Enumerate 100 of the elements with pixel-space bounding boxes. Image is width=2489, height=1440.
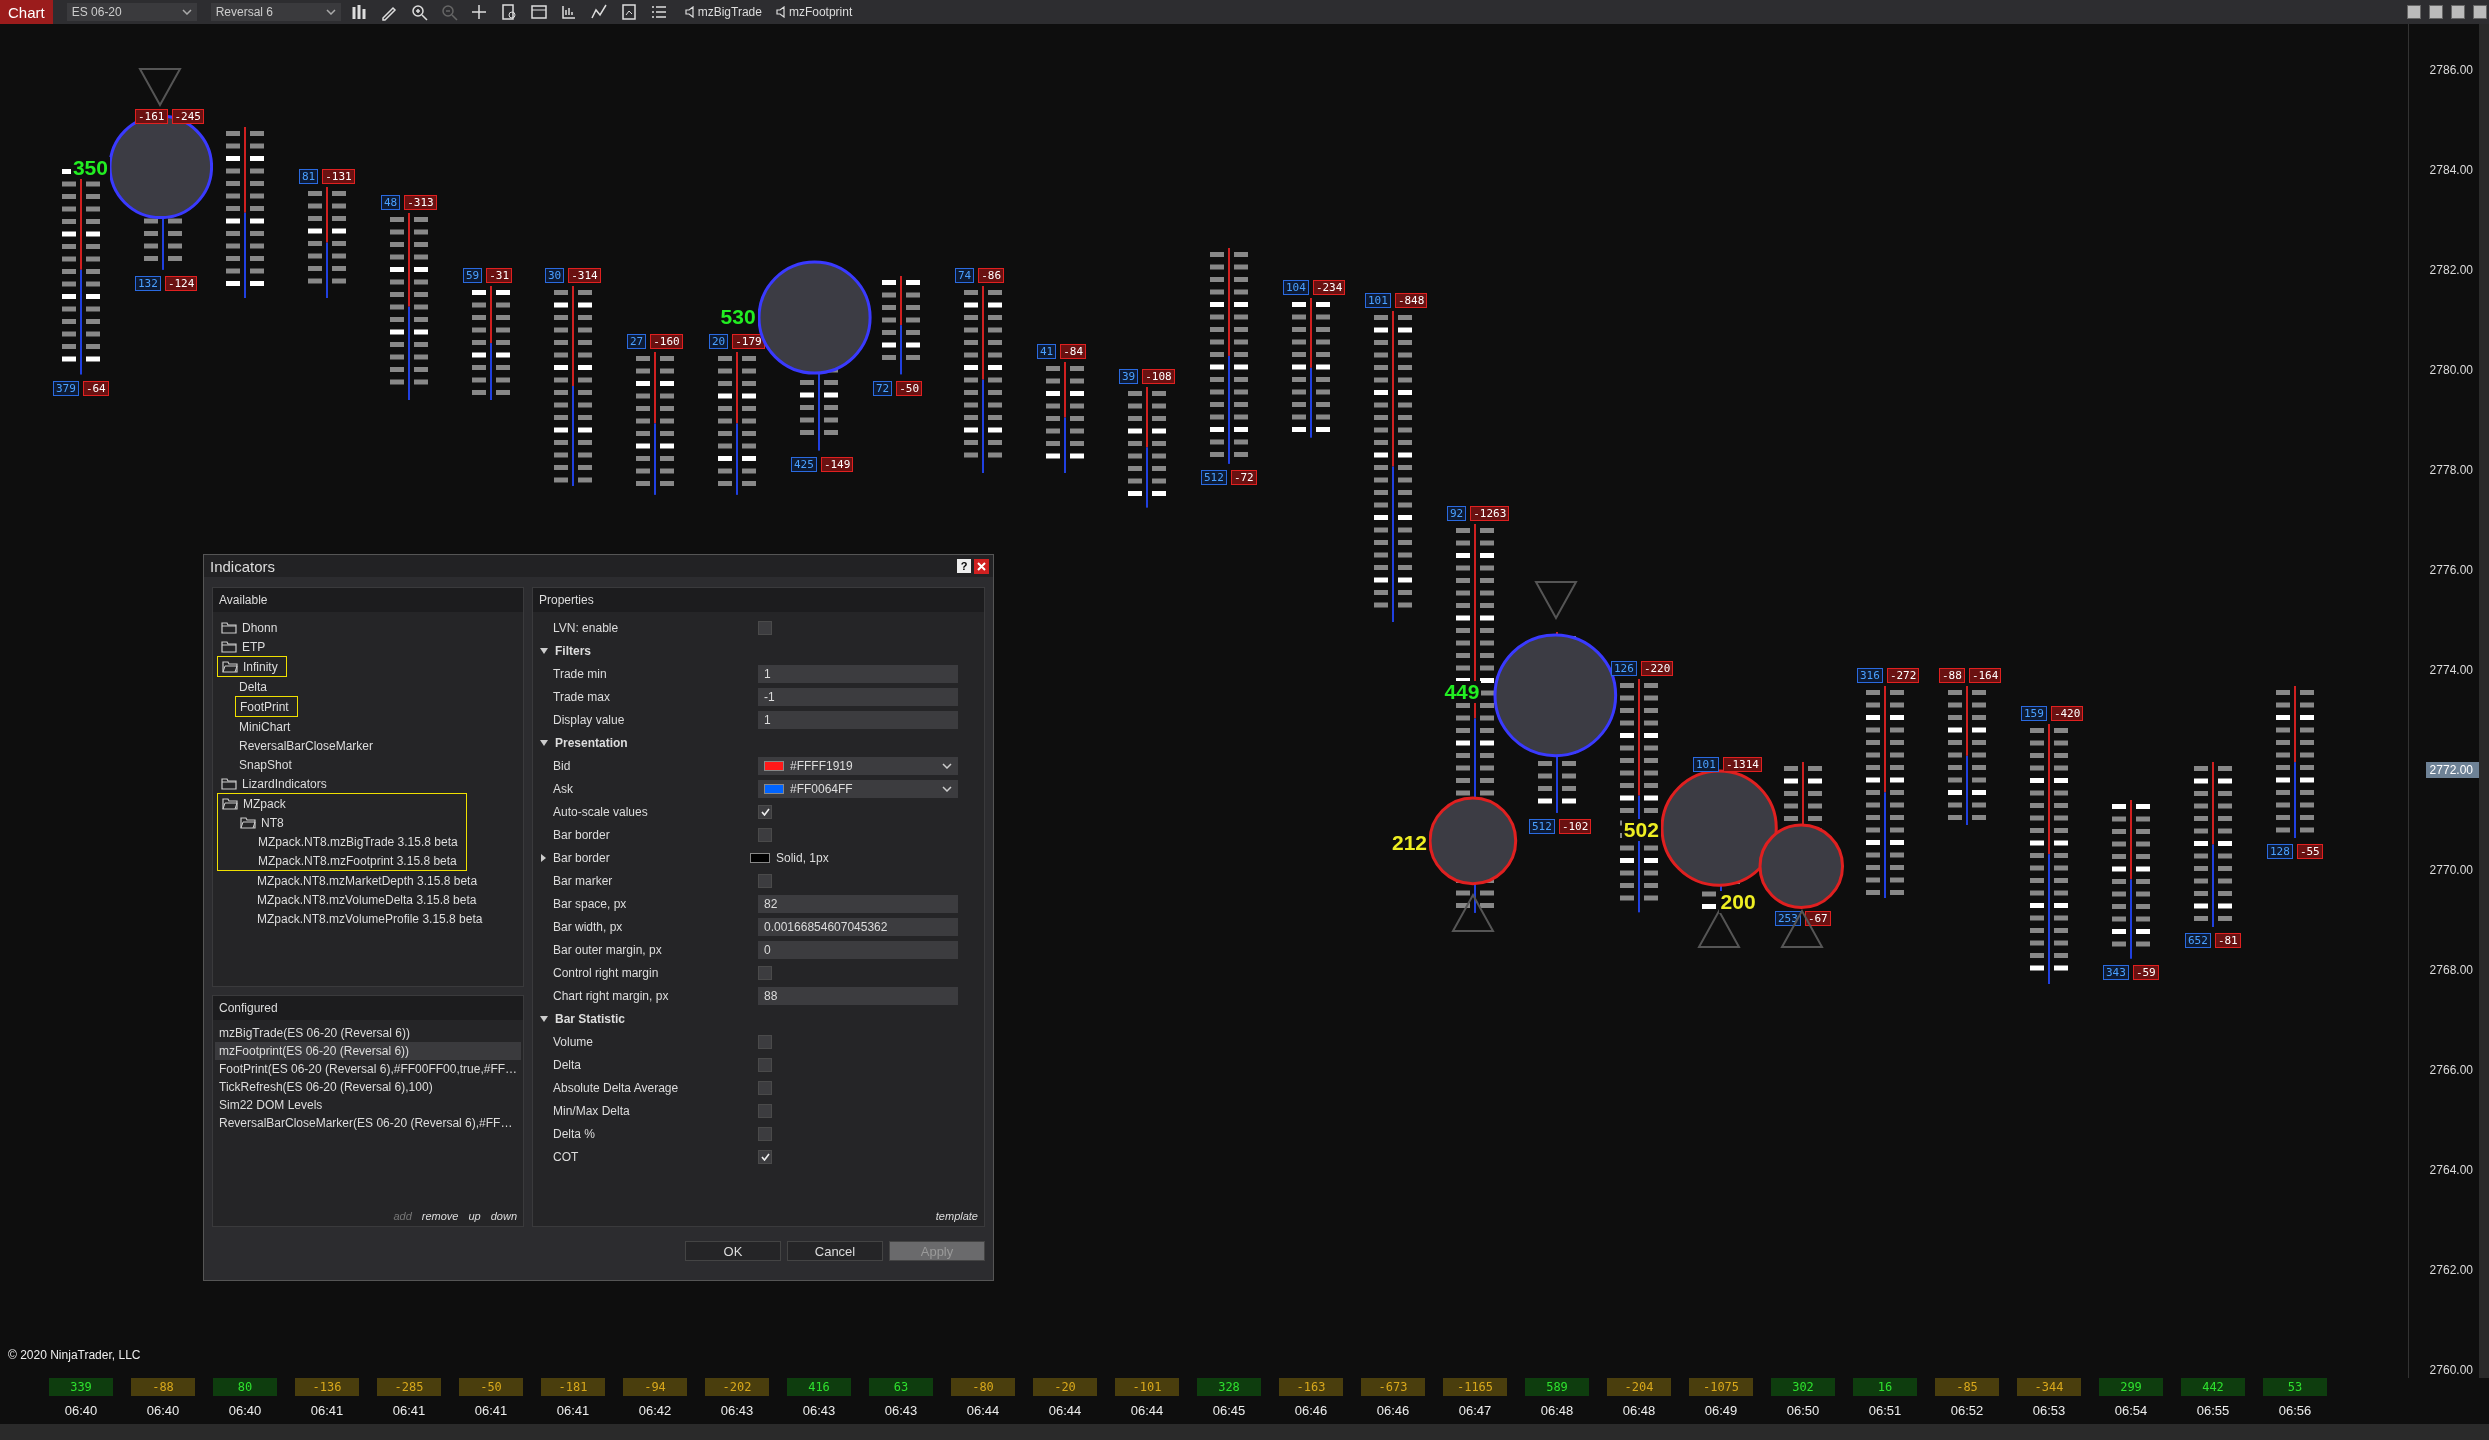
bar-delta-label: -101 [1115, 1378, 1179, 1396]
configured-item[interactable]: mzBigTrade(ES 06-20 (Reversal 6)) [215, 1024, 521, 1042]
speaker-icon[interactable] [775, 6, 786, 18]
stroke-picker[interactable]: Solid, 1px [744, 848, 944, 867]
color-dropdown[interactable]: #FF0064FF [758, 779, 958, 798]
tree-folder-row[interactable]: ETP [217, 637, 519, 656]
checkbox[interactable] [758, 873, 772, 888]
checkbox[interactable] [758, 804, 772, 819]
configured-item[interactable]: mzFootprint(ES 06-20 (Reversal 6)) [215, 1042, 521, 1060]
indicator-label[interactable]: mzBigTrade [697, 5, 762, 19]
time-label: 06:46 [1293, 1402, 1329, 1418]
instrument-dropdown[interactable]: ES 06-20 [66, 3, 197, 21]
configured-item[interactable]: TickRefresh(ES 06-20 (Reversal 6),100) [215, 1078, 521, 1096]
action-link[interactable]: down [490, 1210, 517, 1222]
open-folder-icon[interactable] [222, 797, 238, 810]
open-folder-icon[interactable] [222, 660, 238, 673]
crosshair-icon[interactable] [469, 3, 488, 21]
bar-delta-label: -20 [1033, 1378, 1097, 1396]
template-link[interactable]: template [929, 1208, 984, 1226]
bar-delta-label: 416 [787, 1378, 851, 1396]
checkbox[interactable] [758, 965, 772, 980]
tree-folder-row[interactable]: LizardIndicators [217, 774, 519, 793]
action-link[interactable]: up [468, 1210, 481, 1222]
tree-item-row[interactable]: MZpack.NT8.mzVolumeProfile 3.15.8 beta [217, 909, 519, 928]
checkbox[interactable] [758, 1149, 772, 1164]
category-label[interactable]: Bar Statistic [555, 1011, 626, 1026]
indicators-icon[interactable] [559, 3, 578, 21]
tree-item-row[interactable]: MiniChart [217, 717, 519, 736]
caret-icon[interactable] [539, 853, 547, 862]
tree-folder-row[interactable]: NT8 [217, 813, 467, 832]
speaker-icon[interactable] [684, 6, 695, 18]
property-field[interactable]: 88 [758, 986, 958, 1005]
bar-delta-label: 63 [869, 1378, 933, 1396]
tree-item-row[interactable]: ReversalBarCloseMarker [217, 736, 519, 755]
zoom-out-icon[interactable] [439, 3, 458, 21]
checkbox[interactable] [758, 1080, 772, 1095]
property-field[interactable]: 1 [758, 664, 958, 683]
list-icon[interactable] [649, 3, 668, 21]
property-field[interactable]: 0 [758, 940, 958, 959]
zoom-in-icon[interactable] [409, 3, 428, 21]
scroll-bar[interactable] [0, 1424, 2489, 1440]
tree-item-row[interactable]: MZpack.NT8.mzFootprint 3.15.8 beta [217, 851, 467, 871]
delta-label: -179 [732, 334, 765, 350]
tree-item-row[interactable]: MZpack.NT8.mzMarketDepth 3.15.8 beta [217, 871, 519, 890]
chart-tab[interactable]: Chart [0, 0, 53, 24]
maximize-button[interactable] [2451, 5, 2465, 19]
checkbox[interactable] [758, 1057, 772, 1072]
folder-icon[interactable] [221, 640, 237, 653]
time-label: 06:54 [2113, 1402, 2149, 1418]
checkbox[interactable] [758, 1103, 772, 1118]
folder-icon[interactable] [221, 621, 237, 634]
indicator-label[interactable]: mzFootprint [788, 5, 853, 19]
open-folder-icon[interactable] [240, 816, 256, 829]
tree-folder-row[interactable]: MZpack [217, 793, 467, 813]
time-label: 06:42 [637, 1402, 673, 1418]
tree-item-row[interactable]: Delta [217, 677, 519, 696]
data-box-icon[interactable] [499, 3, 518, 21]
action-link[interactable]: remove [421, 1210, 459, 1222]
caret-icon[interactable] [539, 646, 549, 655]
dialog-button[interactable]: Cancel [787, 1241, 883, 1261]
property-field[interactable]: 82 [758, 894, 958, 913]
help-button[interactable]: ? [957, 559, 971, 573]
scroll-bar[interactable] [2479, 24, 2489, 1378]
strategy-icon[interactable] [589, 3, 608, 21]
delta-label: -124 [164, 275, 198, 291]
price-label: 2768.00 [2429, 963, 2473, 977]
bar-type-dropdown[interactable]: Reversal 6 [210, 3, 341, 21]
configured-item[interactable]: Sim22 DOM Levels [215, 1096, 521, 1114]
checkbox[interactable] [758, 620, 772, 635]
template-icon[interactable] [619, 3, 638, 21]
dialog-button[interactable]: OK [685, 1241, 781, 1261]
tree-item-row[interactable]: SnapShot [217, 755, 519, 774]
close-button[interactable] [974, 558, 989, 574]
tree-folder-row[interactable]: Infinity [217, 656, 287, 677]
configured-item[interactable]: ReversalBarCloseMarker(ES 06-20 (Reversal 6),#FF… [215, 1114, 521, 1132]
minimize-button[interactable] [2407, 5, 2421, 19]
tree-item-row[interactable]: FootPrint [235, 696, 298, 717]
tree-item-row[interactable]: MZpack.NT8.mzBigTrade 3.15.8 beta [217, 832, 467, 851]
caret-icon[interactable] [539, 738, 549, 747]
properties-icon[interactable] [529, 3, 548, 21]
property-field[interactable]: 1 [758, 710, 958, 729]
property-field[interactable]: 0.00166854607045362 [758, 917, 958, 936]
time-label: 06:40 [63, 1402, 99, 1418]
folder-icon[interactable] [221, 777, 237, 790]
checkbox[interactable] [758, 827, 772, 842]
tree-item-row[interactable]: MZpack.NT8.mzVolumeDelta 3.15.8 beta [217, 890, 519, 909]
category-label[interactable]: Presentation [555, 735, 628, 750]
color-dropdown[interactable]: #FFFF1919 [758, 756, 958, 775]
delta-label: 59 [463, 267, 483, 283]
checkbox[interactable] [758, 1034, 772, 1049]
property-field[interactable]: -1 [758, 687, 958, 706]
bar-delta-label: -285 [377, 1378, 441, 1396]
tree-folder-row[interactable]: Dhonn [217, 618, 519, 637]
category-label[interactable]: Filters [555, 643, 591, 658]
restore-button[interactable] [2429, 5, 2443, 19]
trade-size-label: 350 [70, 157, 110, 180]
configured-item[interactable]: FootPrint(ES 06-20 (Reversal 6),#FF00FF00,true,#FF… [215, 1060, 521, 1078]
checkbox[interactable] [758, 1126, 772, 1141]
caret-icon[interactable] [539, 1014, 549, 1023]
price-label: 2776.00 [2429, 563, 2473, 577]
